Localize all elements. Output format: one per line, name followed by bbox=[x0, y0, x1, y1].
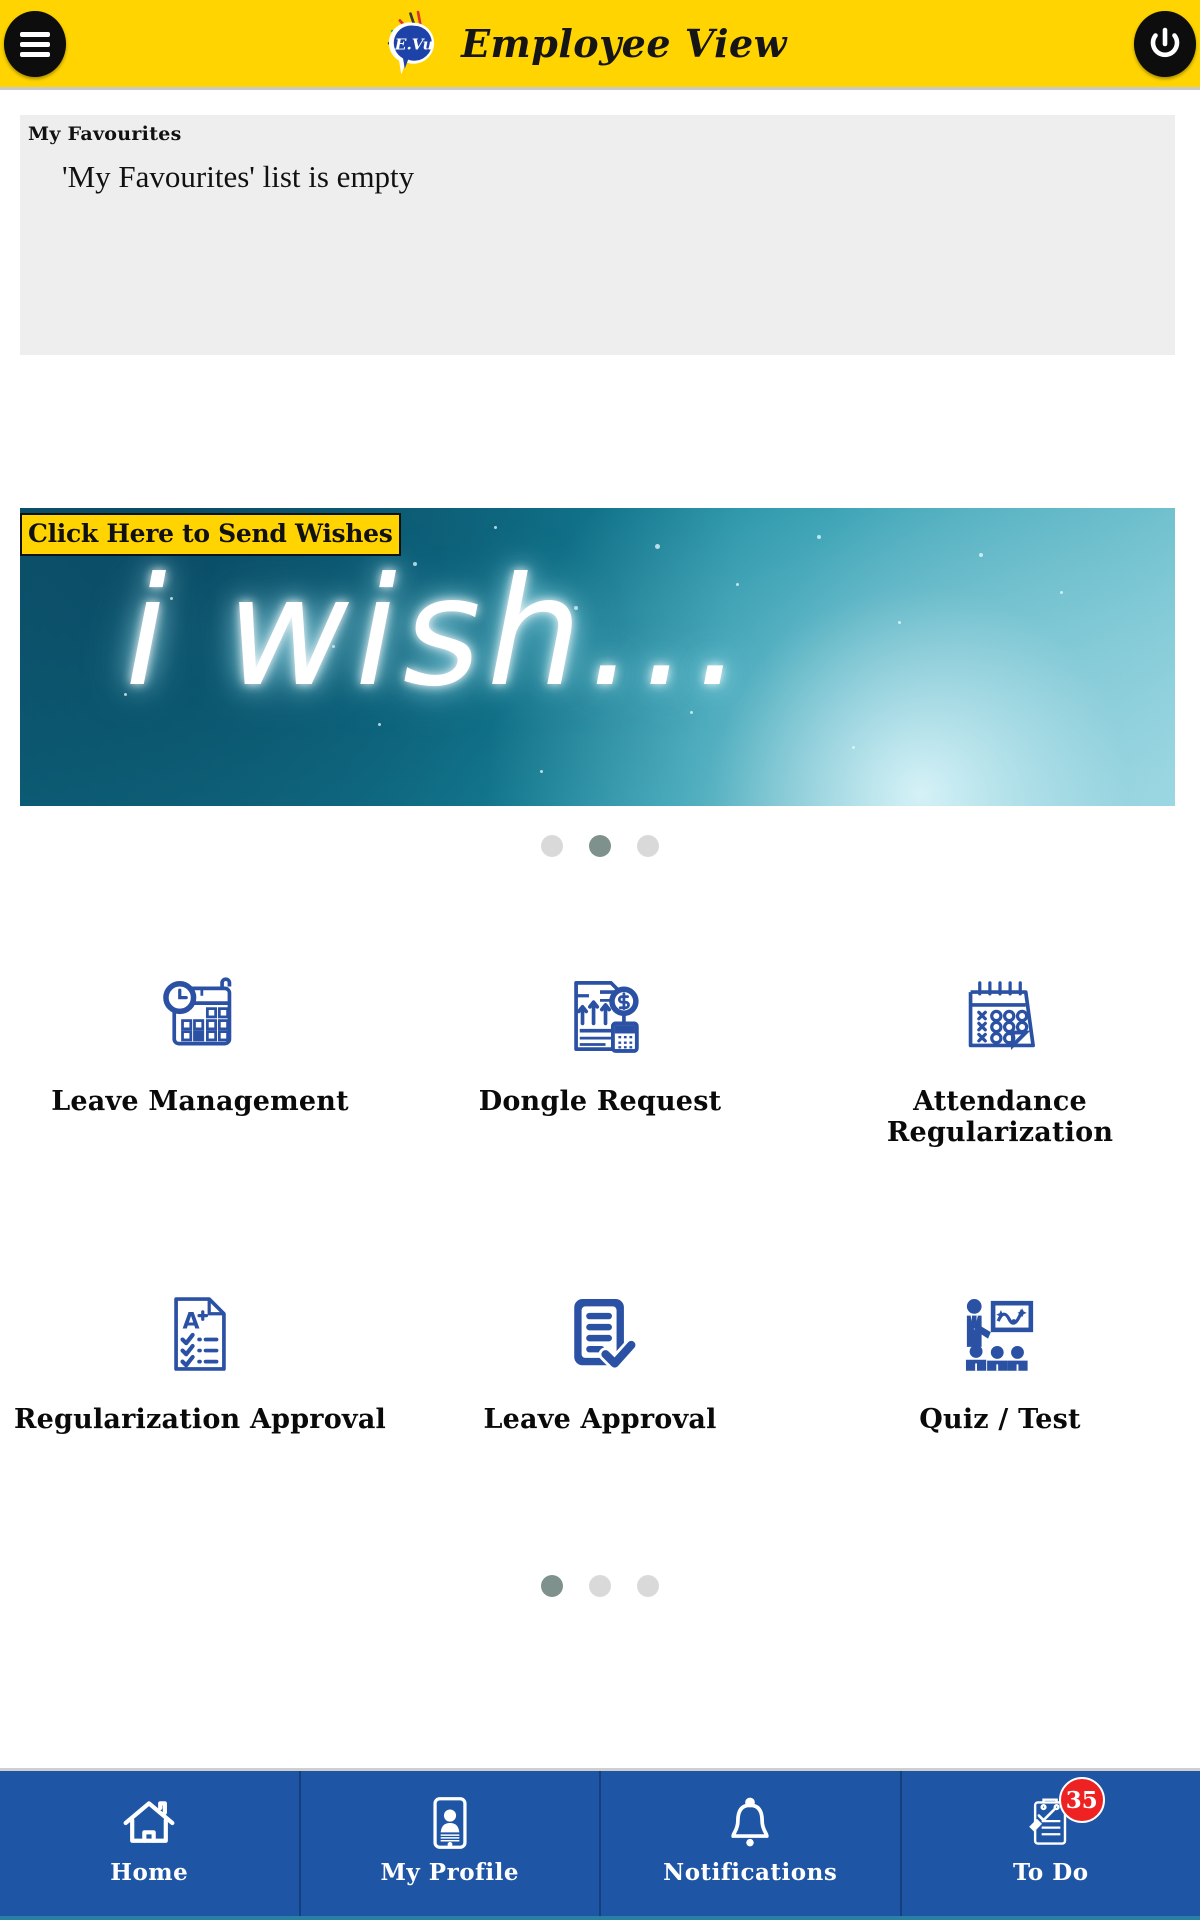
wishes-banner[interactable]: i wish... Click Here to Send Wishes bbox=[20, 508, 1175, 806]
shortcut-label: Quiz / Test bbox=[919, 1404, 1081, 1435]
hamburger-menu-icon bbox=[20, 27, 50, 62]
shortcut-label: Attendance Regularization bbox=[886, 1086, 1114, 1148]
shortcut-quiz-test[interactable]: Quiz / Test bbox=[800, 1288, 1200, 1435]
send-wishes-button[interactable]: Click Here to Send Wishes bbox=[20, 513, 401, 556]
calendar-xo-icon bbox=[954, 970, 1046, 1062]
profile-card-icon bbox=[422, 1793, 478, 1853]
power-icon bbox=[1150, 27, 1180, 58]
home-icon bbox=[121, 1793, 177, 1853]
shortcut-grid: Leave Management Dongle Request Attendan… bbox=[0, 970, 1200, 1435]
banner-dot-1[interactable] bbox=[541, 835, 563, 857]
calendar-clock-icon bbox=[154, 970, 246, 1062]
my-favourites-empty-message: 'My Favourites' list is empty bbox=[62, 159, 415, 194]
banner-dot-3[interactable] bbox=[637, 835, 659, 857]
clipboard-pen-icon: 35 bbox=[1023, 1777, 1105, 1853]
to-do-badge: 35 bbox=[1058, 1777, 1105, 1823]
brand: E.Vu Employee View bbox=[377, 5, 787, 83]
banner-carousel-dots bbox=[0, 835, 1200, 857]
document-check-icon bbox=[554, 1288, 646, 1380]
document-grade-checklist-icon: A bbox=[154, 1288, 246, 1380]
nav-item-my-profile[interactable]: My Profile bbox=[301, 1771, 601, 1916]
svg-text:E.Vu: E.Vu bbox=[394, 35, 434, 53]
shortcut-dot-3[interactable] bbox=[637, 1575, 659, 1597]
employee-view-logo-icon: E.Vu bbox=[387, 10, 435, 74]
hamburger-menu-button[interactable] bbox=[4, 11, 66, 77]
shortcut-regularization-approval[interactable]: A Regularization Approval bbox=[0, 1288, 400, 1435]
employee-view-app: E.Vu Employee View My Favourites 'My Fav… bbox=[0, 0, 1200, 1920]
nav-label: My Profile bbox=[380, 1859, 520, 1886]
app-header: E.Vu Employee View bbox=[0, 0, 1200, 96]
bell-icon bbox=[722, 1793, 778, 1853]
shortcut-carousel-dots bbox=[0, 1575, 1200, 1597]
shortcut-label: Regularization Approval bbox=[14, 1404, 386, 1435]
shortcut-leave-approval[interactable]: Leave Approval bbox=[400, 1288, 800, 1435]
bottom-navigation: Home My Profile Notifications 35 To Do bbox=[0, 1768, 1200, 1920]
shortcut-attendance-regularization[interactable]: Attendance Regularization bbox=[800, 970, 1200, 1148]
svg-text:A: A bbox=[183, 1309, 200, 1334]
document-dollar-calculator-icon bbox=[554, 970, 646, 1062]
nav-item-notifications[interactable]: Notifications bbox=[601, 1771, 902, 1916]
app-title: Employee View bbox=[461, 21, 787, 66]
shortcut-leave-management[interactable]: Leave Management bbox=[0, 970, 400, 1148]
my-favourites-title: My Favourites bbox=[28, 123, 182, 145]
wishes-banner-text: i wish... bbox=[125, 546, 749, 720]
nav-label: Home bbox=[110, 1859, 189, 1886]
nav-label: To Do bbox=[1012, 1859, 1089, 1886]
power-button[interactable] bbox=[1134, 11, 1196, 77]
banner-dot-2[interactable] bbox=[589, 835, 611, 857]
shortcut-dot-2[interactable] bbox=[589, 1575, 611, 1597]
shortcut-label: Dongle Request bbox=[478, 1086, 722, 1117]
nav-item-home[interactable]: Home bbox=[0, 1771, 301, 1916]
shortcut-dongle-request[interactable]: Dongle Request bbox=[400, 970, 800, 1148]
nav-item-to-do[interactable]: 35 To Do bbox=[902, 1771, 1200, 1916]
shortcut-dot-1[interactable] bbox=[541, 1575, 563, 1597]
main-content: My Favourites 'My Favourites' list is em… bbox=[0, 90, 1200, 1768]
shortcut-label: Leave Management bbox=[51, 1086, 349, 1117]
shortcut-label: Leave Approval bbox=[483, 1404, 717, 1435]
nav-label: Notifications bbox=[663, 1859, 838, 1886]
presentation-training-icon bbox=[954, 1288, 1046, 1380]
my-favourites-panel: My Favourites 'My Favourites' list is em… bbox=[20, 115, 1175, 355]
